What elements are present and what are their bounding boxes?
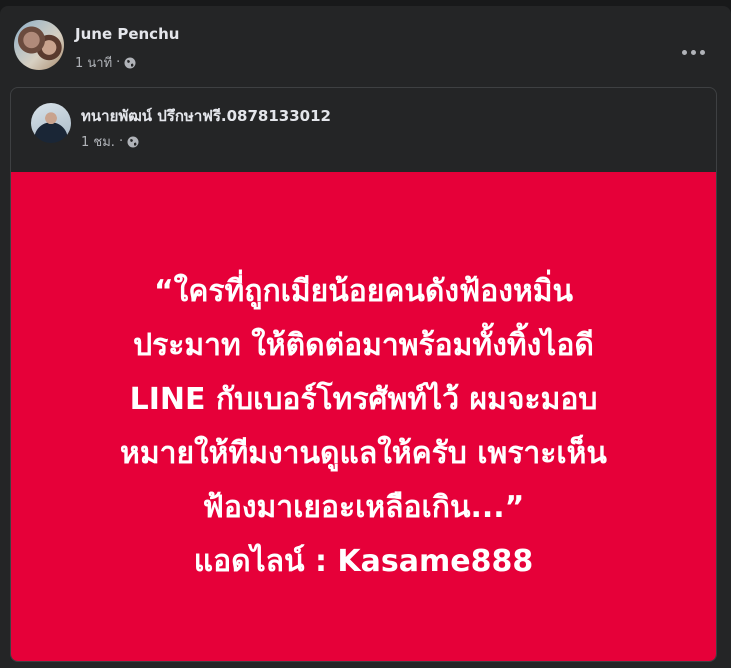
meta-separator: · — [116, 55, 121, 70]
globe-icon[interactable] — [124, 57, 136, 69]
post-text-line: ฟ้องมาเยอะเหลือเกิน...” — [202, 490, 525, 525]
shared-post-header: ทนายพัฒน์ ปรึกษาฟรี.0878133012 1 ชม. · — [11, 88, 716, 172]
post-text-line: แอดไลน์ : Kasame888 — [193, 544, 534, 579]
author-name[interactable]: June Penchu — [75, 25, 179, 43]
shared-post[interactable]: ทนายพัฒน์ ปรึกษาฟรี.0878133012 1 ชม. · “… — [10, 87, 717, 662]
post-background[interactable]: “ใครที่ถูกเมียน้อยคนดังฟ้องหมิ่น ประมาท … — [11, 172, 716, 661]
shared-post-meta: 1 ชม. · — [81, 131, 139, 152]
more-options-button[interactable] — [677, 42, 709, 62]
shared-author-avatar[interactable] — [31, 103, 71, 143]
post-meta: 1 นาที · — [75, 52, 136, 73]
shared-post-timestamp[interactable]: 1 ชม. — [81, 131, 115, 152]
post-text-line: ประมาท ให้ติดต่อมาพร้อมทั้งทิ้งไอดี — [133, 328, 594, 363]
globe-icon[interactable] — [127, 136, 139, 148]
meta-separator: · — [118, 134, 124, 149]
post-text-line: “ใครที่ถูกเมียน้อยคนดังฟ้องหมิ่น — [153, 274, 574, 309]
post-card: June Penchu 1 นาที · ทนายพัฒน์ ปรึกษาฟรี… — [0, 6, 731, 668]
post-header: June Penchu 1 นาที · — [14, 20, 717, 72]
post-text-line: หมายให้ทีมงานดูแลให้ครับ เพราะเห็น — [120, 436, 607, 471]
post-text: “ใครที่ถูกเมียน้อยคนดังฟ้องหมิ่น ประมาท … — [11, 265, 716, 589]
shared-author-name[interactable]: ทนายพัฒน์ ปรึกษาฟรี.0878133012 — [81, 104, 331, 128]
author-avatar[interactable] — [14, 20, 64, 70]
post-timestamp[interactable]: 1 นาที — [75, 52, 112, 73]
post-text-line: LINE กับเบอร์โทรศัพท์ไว้ ผมจะมอบ — [129, 382, 598, 417]
more-options-icon — [681, 49, 687, 55]
